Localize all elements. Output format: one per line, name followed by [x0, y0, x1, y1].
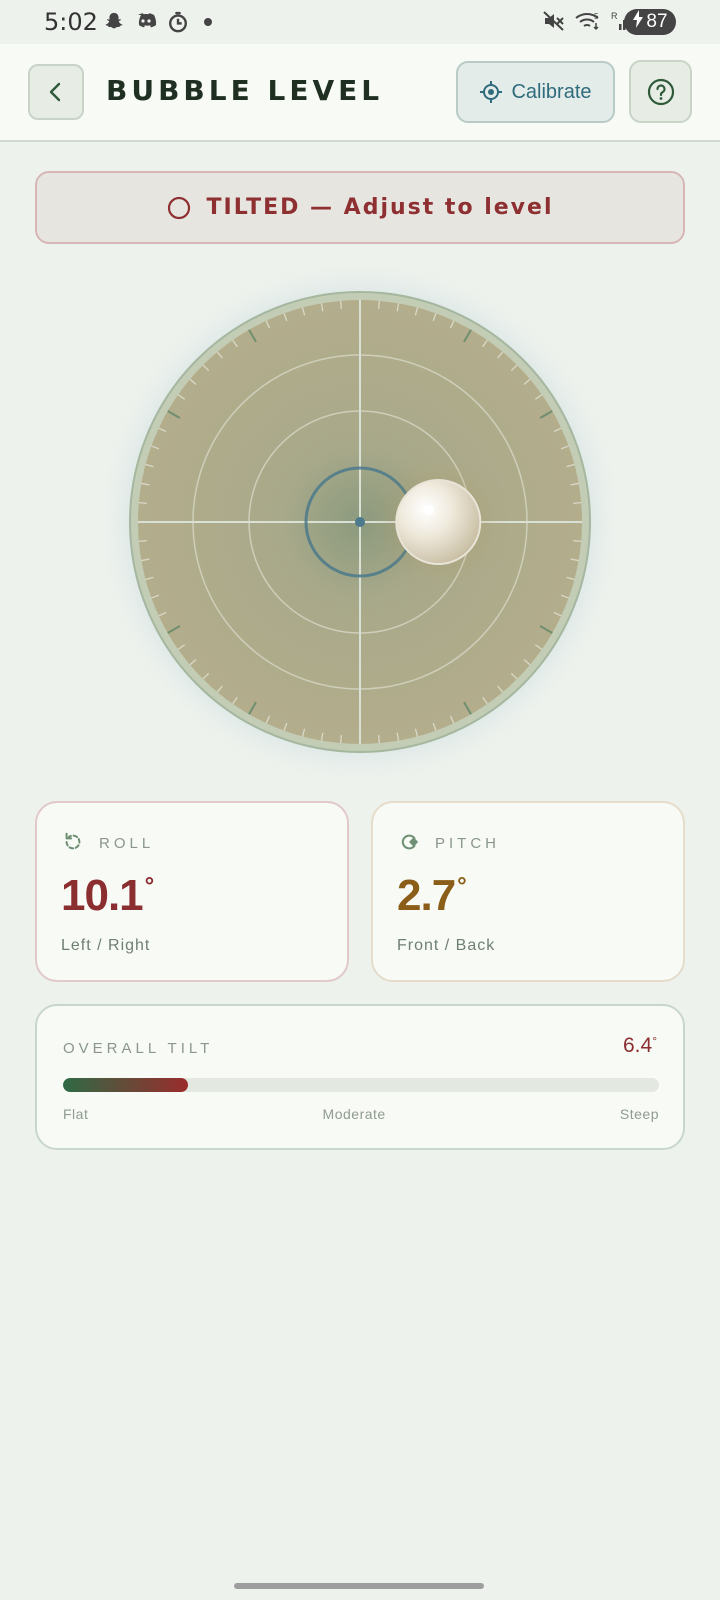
scale-flat: Flat: [63, 1106, 89, 1122]
dial-tick: [573, 502, 582, 504]
status-circle-icon: [167, 196, 190, 219]
chevron-left-icon: [49, 82, 61, 102]
dial-tick: [340, 735, 342, 744]
snapchat-icon: [102, 10, 126, 34]
app-bar: BUBBLE LEVEL Calibrate: [0, 44, 720, 142]
dial-tick: [138, 502, 147, 504]
center-dot: [355, 517, 365, 527]
dial-tick: [138, 540, 147, 542]
help-icon: [647, 78, 674, 105]
mute-icon: [542, 10, 566, 36]
roll-subtitle: Left / Right: [61, 937, 151, 954]
overall-tilt-value: 6.4°: [622, 1034, 657, 1057]
wifi-icon: 5: [574, 10, 602, 36]
dial-tick: [378, 735, 380, 744]
status-bar: 5:02 5 R 87: [0, 0, 720, 44]
tilt-status-banner: TILTED — Adjust to level: [35, 171, 685, 244]
dial-tick: [573, 540, 582, 542]
dial-svg: [124, 286, 596, 758]
svg-text:R: R: [611, 11, 618, 21]
back-button[interactable]: [28, 64, 84, 120]
rotate-cw-icon: [401, 834, 419, 850]
roll-value: 10.1°: [61, 871, 154, 920]
overall-tilt-label: OVERALL TILT: [63, 1040, 214, 1057]
crosshair-icon: [480, 81, 503, 103]
calibrate-label: Calibrate: [511, 80, 592, 103]
notification-dot-icon: [204, 18, 212, 26]
scale-steep: Steep: [619, 1106, 659, 1122]
dial-tick: [378, 300, 380, 309]
status-left-icons: [102, 10, 212, 34]
bubble-level-dial: [124, 286, 596, 758]
page-title: BUBBLE LEVEL: [106, 74, 384, 107]
battery-level: 87: [646, 11, 668, 32]
pitch-subtitle: Front / Back: [397, 937, 496, 954]
level-bubble: [394, 478, 483, 566]
home-indicator[interactable]: [234, 1583, 484, 1589]
roll-card: ROLL 10.1° Left / Right: [35, 801, 349, 982]
scale-moderate: Moderate: [322, 1106, 386, 1122]
roll-label: ROLL: [99, 835, 155, 852]
calibrate-button[interactable]: Calibrate: [456, 61, 615, 123]
svg-text:5: 5: [594, 12, 599, 21]
dial-tick: [340, 300, 342, 309]
battery-indicator: 87: [624, 9, 682, 35]
banner-text: TILTED — Adjust to level: [206, 195, 554, 220]
pitch-value: 2.7°: [397, 871, 467, 920]
discord-icon: [134, 10, 158, 34]
pitch-card: PITCH 2.7° Front / Back: [371, 801, 685, 982]
tilt-progress-track: [63, 1078, 659, 1092]
timer-icon: [166, 10, 190, 34]
overall-tilt-card: OVERALL TILT 6.4° Flat Moderate Steep: [35, 1004, 685, 1150]
help-button[interactable]: [629, 60, 692, 123]
rotate-ccw-icon: [65, 832, 81, 850]
pitch-label: PITCH: [435, 835, 500, 852]
tilt-scale: Flat Moderate Steep: [63, 1106, 659, 1122]
status-time: 5:02: [44, 8, 98, 36]
charging-bolt-icon: [632, 10, 644, 34]
tilt-progress-fill: [63, 1078, 189, 1092]
